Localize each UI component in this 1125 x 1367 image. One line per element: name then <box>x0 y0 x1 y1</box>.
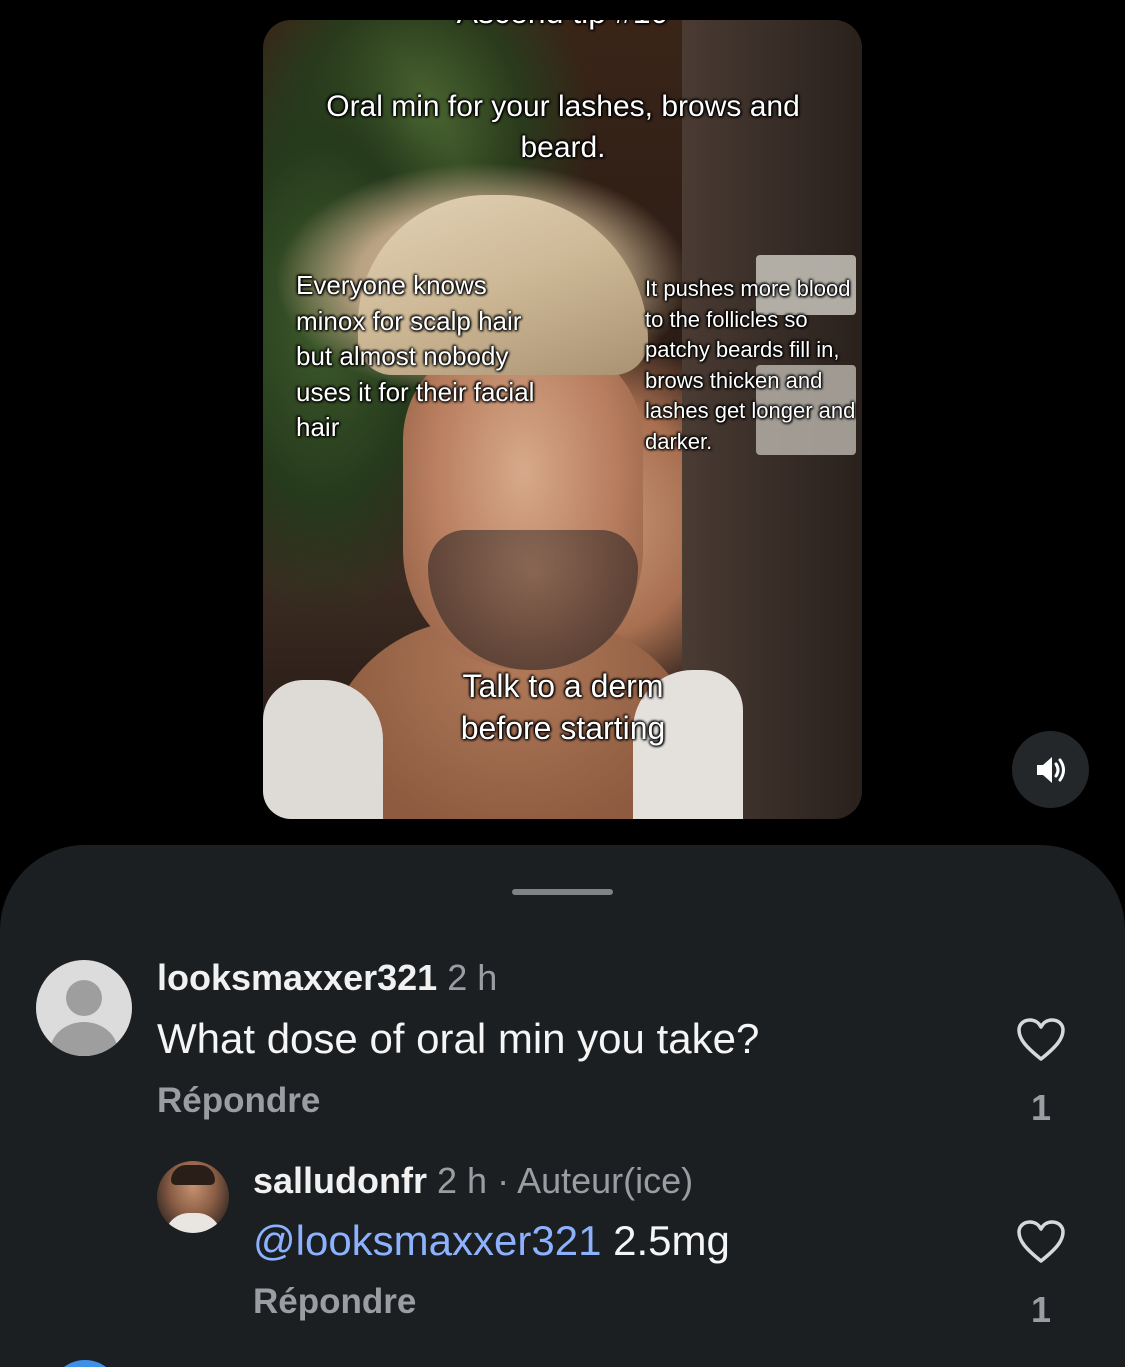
reply-text: @looksmaxxer321 2.5mg <box>253 1217 730 1265</box>
author-badge: · Auteur(ice) <box>497 1160 694 1201</box>
speaker-volume-icon <box>1036 756 1065 783</box>
comment-timestamp: 2 h <box>447 957 498 998</box>
reel-video[interactable]: Ascend tip #10 Oral min for your lashes,… <box>263 20 862 819</box>
screen: Ascend tip #10 Oral min for your lashes,… <box>0 0 1125 1367</box>
avatar-hair <box>171 1165 215 1185</box>
default-avatar-body <box>50 1022 118 1056</box>
reply-text-body: 2.5mg <box>601 1217 730 1264</box>
avatar[interactable] <box>36 960 132 1056</box>
video-subject-shirt <box>263 680 383 819</box>
mention-link[interactable]: @looksmaxxer321 <box>253 1217 601 1264</box>
like-count: 1 <box>1031 1087 1052 1128</box>
avatar[interactable] <box>157 1161 229 1233</box>
comment-username[interactable]: looksmaxxer321 2 h <box>157 957 497 999</box>
heart-icon[interactable] <box>1016 1219 1066 1265</box>
video-overlay-title: Oral min for your lashes, brows and bear… <box>326 90 800 164</box>
like-count: 1 <box>1031 1289 1052 1330</box>
reply-timestamp: 2 h <box>437 1160 488 1201</box>
video-overlay-bottom-caption: Talk to a derm before starting <box>460 668 666 746</box>
sound-toggle-button[interactable] <box>1012 731 1089 808</box>
avatar[interactable] <box>50 1360 120 1367</box>
reply-button[interactable]: Répondre <box>253 1282 416 1322</box>
reply-username[interactable]: salludonfr 2 h · Auteur(ice) <box>253 1160 693 1202</box>
comments-sheet: looksmaxxer321 2 h What dose of oral min… <box>0 845 1125 1367</box>
video-overlay-right-caption: It pushes more blood to the follicles so… <box>645 276 856 454</box>
video-overlay-left-caption: Everyone knows minox for scalp hair but … <box>296 270 535 442</box>
comment-username-text[interactable]: looksmaxxer321 <box>157 957 437 998</box>
heart-icon[interactable] <box>1016 1017 1066 1063</box>
sheet-drag-handle[interactable] <box>512 889 613 895</box>
avatar-shirt <box>165 1213 221 1233</box>
reply-button[interactable]: Répondre <box>157 1081 320 1121</box>
comment-text: What dose of oral min you take? <box>157 1015 760 1062</box>
video-overlay-heading: Ascend tip #10 <box>263 20 862 32</box>
reply-username-text[interactable]: salludonfr <box>253 1160 427 1201</box>
default-avatar-icon <box>66 980 102 1016</box>
